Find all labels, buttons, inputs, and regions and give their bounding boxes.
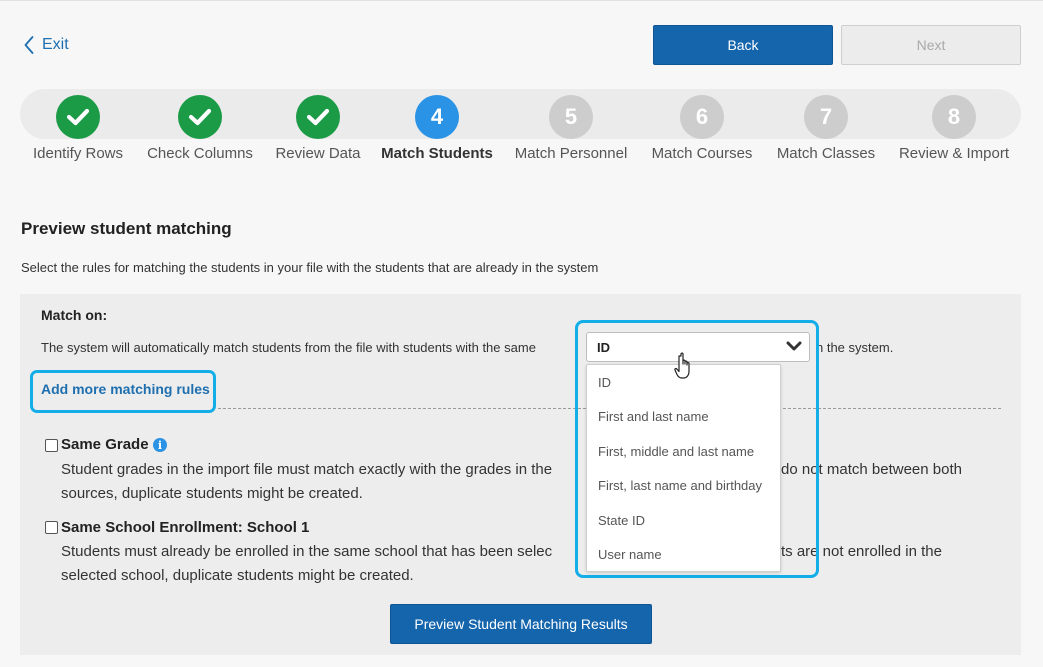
next-button[interactable]: Next	[841, 25, 1021, 65]
step-8-label: Review & Import	[898, 145, 1010, 162]
step-2-label: Check Columns	[147, 145, 253, 162]
option-first-middle-last-name[interactable]: First, middle and last name	[587, 434, 780, 469]
section-description: Select the rules for matching the studen…	[21, 260, 599, 275]
step-6-label: Match Courses	[651, 145, 753, 162]
back-button[interactable]: Back	[653, 25, 833, 65]
selected-value: ID	[597, 339, 610, 355]
option-first-last-name[interactable]: First and last name	[587, 400, 780, 435]
page-title: Preview student matching	[21, 219, 232, 238]
same-school-desc-line1: Students must already be enrolled in the…	[61, 543, 553, 560]
step-3-circle	[296, 95, 340, 139]
check-icon	[306, 108, 330, 126]
hand-pointer-icon	[674, 352, 690, 379]
step-progress-bar	[20, 89, 1021, 139]
step-3-label: Review Data	[275, 145, 361, 162]
step-1-label: Identify Rows	[32, 145, 124, 162]
match-description-end: n the system.	[816, 340, 894, 355]
step-5-label: Match Personnel	[514, 145, 628, 162]
match-on-heading: Match on:	[41, 307, 108, 323]
step-1-circle	[56, 95, 100, 139]
top-divider	[0, 0, 1043, 1]
option-first-last-birthday[interactable]: First, last name and birthday	[587, 469, 780, 504]
same-grade-desc-line2: sources, duplicate students might be cre…	[61, 485, 363, 502]
step-4-circle: 4	[415, 95, 459, 139]
same-grade-checkbox[interactable]	[45, 439, 58, 452]
chevron-left-icon	[24, 36, 34, 54]
option-user-name[interactable]: User name	[587, 538, 780, 572]
step-8-circle: 8	[932, 95, 976, 139]
same-school-desc-line2: selected school, duplicate students migh…	[61, 567, 414, 584]
check-icon	[188, 108, 212, 126]
step-5-circle: 5	[549, 95, 593, 139]
info-icon[interactable]: i	[153, 438, 167, 452]
same-grade-desc-line1: Student grades in the import file must m…	[61, 461, 553, 478]
match-description-start: The system will automatically match stud…	[41, 340, 536, 355]
preview-matching-button[interactable]: Preview Student Matching Results	[390, 604, 652, 644]
check-icon	[66, 108, 90, 126]
step-4-label: Match Students	[381, 145, 493, 162]
chevron-down-icon	[786, 341, 802, 351]
add-matching-rules-link[interactable]: Add more matching rules	[41, 381, 210, 397]
exit-link[interactable]: Exit	[24, 34, 69, 56]
step-7-label: Match Classes	[776, 145, 876, 162]
step-7-circle: 7	[804, 95, 848, 139]
exit-label: Exit	[42, 36, 69, 53]
step-2-circle	[178, 95, 222, 139]
step-6-circle: 6	[680, 95, 724, 139]
same-school-description: Students must already be enrolled in the…	[61, 540, 991, 588]
option-state-id[interactable]: State ID	[587, 503, 780, 538]
match-field-select[interactable]: ID	[586, 332, 810, 362]
same-school-checkbox[interactable]	[45, 521, 58, 534]
same-grade-title: Same Grade	[61, 436, 149, 453]
same-school-title: Same School Enrollment: School 1	[61, 519, 310, 536]
match-field-options: ID First and last name First, middle and…	[586, 364, 781, 572]
same-grade-description: Student grades in the import file must m…	[61, 458, 991, 506]
